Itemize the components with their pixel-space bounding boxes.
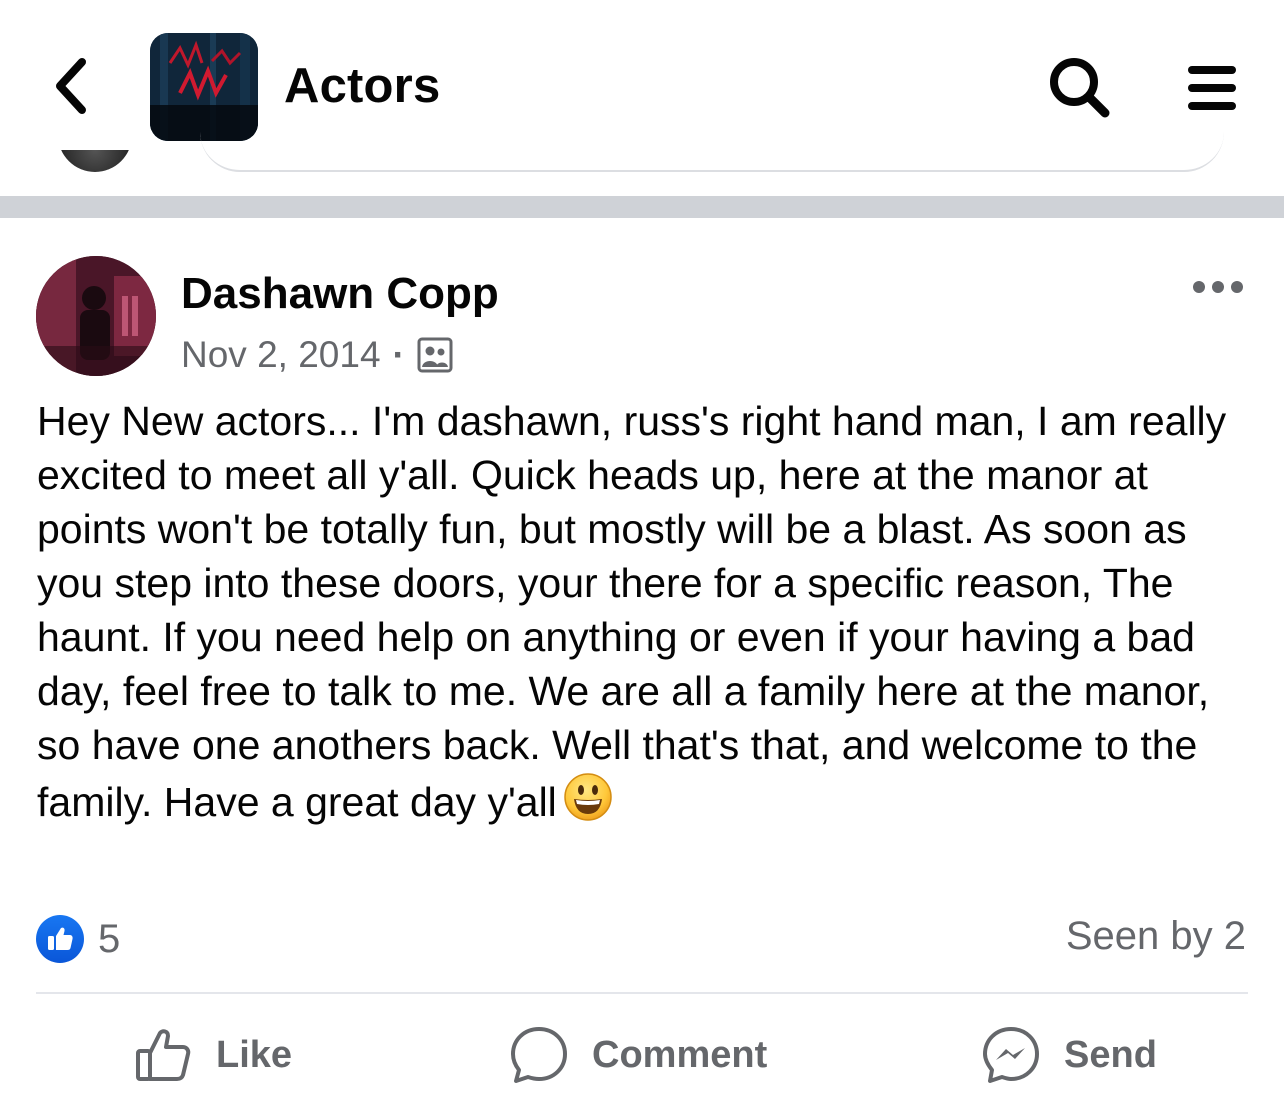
like-label: Like (216, 1033, 293, 1076)
back-button[interactable] (40, 50, 100, 122)
grinning-face-emoji (564, 773, 612, 821)
composer-avatar (58, 150, 132, 172)
send-label: Send (1064, 1033, 1157, 1076)
more-horizontal-icon (1193, 281, 1243, 293)
search-button[interactable] (1042, 50, 1118, 126)
reaction-count: 5 (98, 916, 121, 961)
menu-button[interactable] (1176, 50, 1248, 126)
like-reaction-icon (36, 915, 84, 963)
chevron-left-icon (56, 58, 86, 114)
send-button[interactable]: Send (980, 1022, 1157, 1088)
thumbs-up-outline-icon (136, 1029, 191, 1081)
avatar-photo (36, 256, 156, 376)
seen-by-count[interactable]: Seen by 2 (1066, 914, 1246, 959)
composer-input[interactable] (200, 120, 1224, 172)
like-button[interactable]: Like (134, 1022, 292, 1088)
messenger-icon (983, 1027, 1039, 1083)
post-text: Hey New actors... I'm dashawn, russ's ri… (37, 398, 1238, 825)
comment-bubble-icon (511, 1027, 567, 1083)
section-divider (0, 196, 1284, 218)
reaction-summary[interactable]: 5 (36, 915, 120, 963)
actions-divider (36, 992, 1248, 994)
hamburger-menu-icon (1188, 66, 1236, 110)
top-bar: Actors (0, 0, 1284, 175)
group-members-icon (417, 337, 453, 373)
meta-separator: · (392, 334, 405, 375)
post-date[interactable]: Nov 2, 2014 (181, 334, 381, 376)
post-options-button[interactable] (1186, 266, 1250, 308)
author-name[interactable]: Dashawn Copp (181, 268, 499, 320)
comment-button[interactable]: Comment (508, 1022, 767, 1088)
post-body: Hey New actors... I'm dashawn, russ's ri… (37, 394, 1257, 829)
thumbs-up-icon (48, 927, 73, 950)
group-title[interactable]: Actors (284, 56, 440, 116)
author-avatar[interactable] (36, 256, 156, 376)
comment-label: Comment (592, 1033, 768, 1076)
search-icon (1050, 58, 1110, 118)
post-meta: Nov 2, 2014 · (181, 332, 453, 378)
